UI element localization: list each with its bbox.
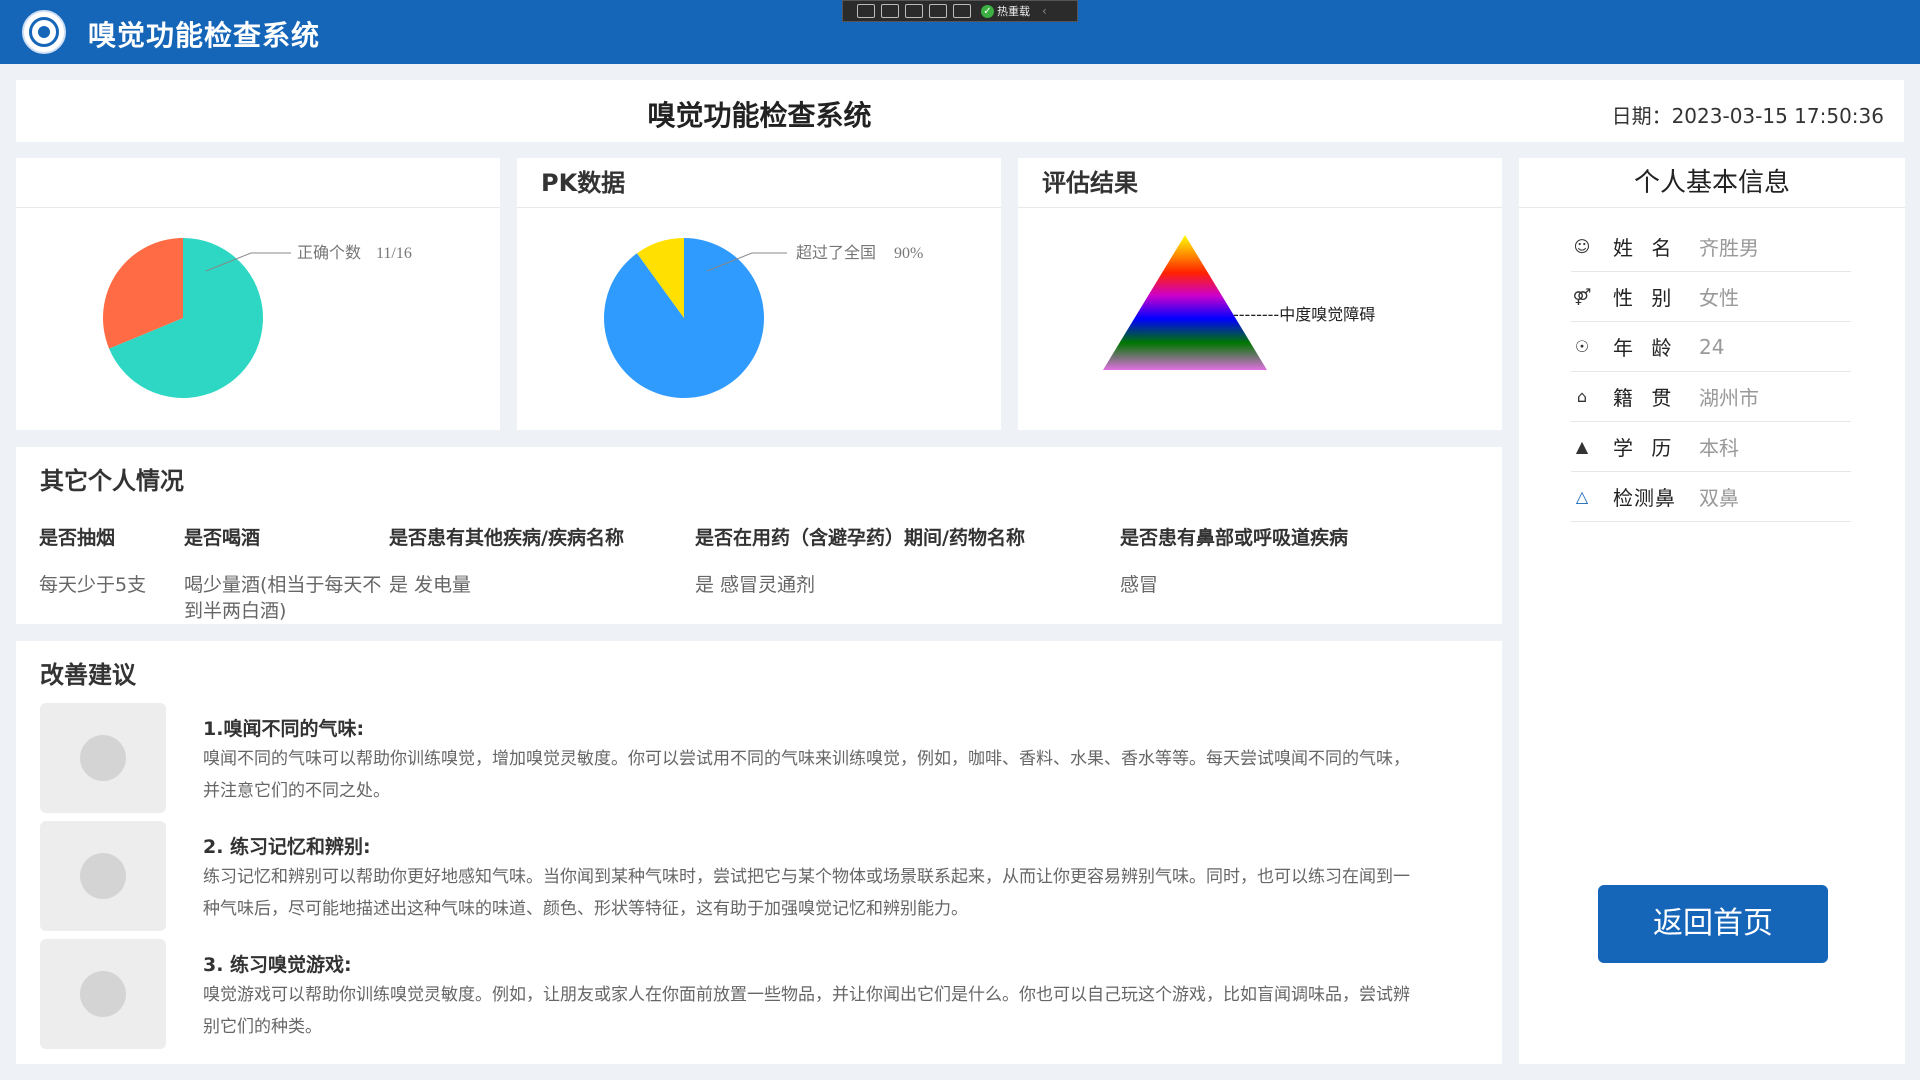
chevron-left-icon[interactable]: ‹: [1042, 4, 1047, 18]
advice-text: 嗅闻不同的气味可以帮助你训练嗅觉，增加嗅觉灵敏度。你可以尝试用不同的气味来训练嗅…: [203, 749, 1410, 801]
correct-pie-chart: 正确个数 11/16: [103, 238, 412, 398]
panel-title: [16, 158, 500, 208]
advice-image: [40, 939, 166, 1049]
check-icon: ✓: [981, 4, 994, 18]
page-title: 嗅觉功能检查系统: [647, 99, 872, 132]
info-row-gender: ⚤ 性 别 女性: [1571, 272, 1851, 322]
correct-value: 11/16: [376, 245, 412, 262]
assessment-triangle: --------中度嗅觉障碍: [1103, 235, 1375, 370]
col-value: 喝少量酒(相当于每天不到半两白酒): [184, 574, 382, 622]
rainbow-triangle: [1103, 235, 1267, 370]
col-header: 是否抽烟: [39, 527, 116, 549]
header-card: 嗅觉功能检查系统 日期：2023-03-15 17:50:36: [16, 80, 1904, 142]
info-label: 籍 贯: [1613, 386, 1678, 410]
hot-reload-button[interactable]: ✓ 热重载: [981, 3, 1030, 19]
inspect-icon[interactable]: [929, 4, 947, 18]
nose-icon: △: [1575, 487, 1589, 506]
logo-icon: [22, 10, 66, 54]
assessment-panel: 评估结果 --------中度嗅觉障碍: [1018, 158, 1502, 430]
advice-heading: 3. 练习嗅觉游戏:: [203, 954, 352, 976]
other-col-nasal: 是否患有鼻部或呼吸道疾病 感冒: [1120, 523, 1420, 598]
advice-heading: 2. 练习记忆和辨别:: [203, 836, 371, 858]
info-label: 学 历: [1613, 436, 1678, 460]
info-value: 湖州市: [1699, 386, 1759, 410]
info-value: 女性: [1699, 286, 1739, 310]
other-col-smoking: 是否抽烟 每天少于5支: [39, 523, 179, 598]
info-row-hometown: ⌂ 籍 贯 湖州市: [1571, 372, 1851, 422]
advice-image: [40, 703, 166, 813]
col-header: 是否患有其他疾病/疾病名称: [389, 527, 624, 549]
game-icon: [80, 971, 126, 1017]
other-col-drinking: 是否喝酒 喝少量酒(相当于每天不到半两白酒): [184, 523, 384, 624]
binding-icon[interactable]: [953, 4, 971, 18]
select-element-icon[interactable]: [857, 4, 875, 18]
col-header: 是否患有鼻部或呼吸道疾病: [1120, 527, 1349, 549]
col-value: 是 感冒灵通剂: [695, 574, 816, 596]
col-value: 感冒: [1120, 574, 1159, 596]
pk-pie-chart: 超过了全国 90%: [604, 238, 923, 398]
hot-reload-label: 热重载: [997, 5, 1030, 18]
home-icon: ⌂: [1576, 387, 1588, 406]
smell-icon: [80, 735, 126, 781]
graduation-cap-icon: ▲: [1575, 437, 1589, 456]
home-button[interactable]: 返回首页: [1598, 885, 1828, 963]
section-title: 改善建议: [40, 661, 136, 689]
info-row-education: ▲ 学 历 本科: [1571, 422, 1851, 472]
col-header: 是否喝酒: [184, 527, 261, 549]
panel-title: 评估结果: [1018, 158, 1502, 208]
advice-panel: 改善建议 1.嗅闻不同的气味: 嗅闻不同的气味可以帮助你训练嗅觉，增加嗅觉灵敏度…: [16, 641, 1502, 1064]
brain-icon: [80, 853, 126, 899]
advice-text: 练习记忆和辨别可以帮助你更好地感知气味。当你闻到某种气味时，尝试把它与某个物体或…: [203, 867, 1410, 919]
info-row-age: ☉ 年 龄 24: [1571, 322, 1851, 372]
app-title: 嗅觉功能检查系统: [88, 19, 321, 52]
info-label: 性 别: [1613, 286, 1678, 310]
layout-icon[interactable]: [905, 4, 923, 18]
advice-text: 嗅觉游戏可以帮助你训练嗅觉灵敏度。例如，让朋友或家人在你面前放置一些物品，并让你…: [203, 985, 1410, 1037]
pointer-icon[interactable]: [881, 4, 899, 18]
other-col-disease: 是否患有其他疾病/疾病名称 是 发电量: [389, 523, 689, 598]
info-value: 本科: [1699, 436, 1739, 460]
advice-image: [40, 821, 166, 931]
dev-toolbar: ✓ 热重载 ‹: [842, 0, 1078, 22]
panel-title: 个人基本信息: [1519, 158, 1905, 208]
correct-label: 正确个数: [297, 244, 361, 262]
info-value: 双鼻: [1699, 486, 1739, 510]
pk-label: 超过了全国: [796, 244, 876, 262]
gender-icon: ⚤: [1572, 287, 1592, 306]
info-row-nose: △ 检测鼻 双鼻: [1571, 472, 1851, 522]
col-header: 是否在用药（含避孕药）期间/药物名称: [695, 527, 1025, 549]
other-col-medication: 是否在用药（含避孕药）期间/药物名称 是 感冒灵通剂: [695, 523, 1095, 598]
info-label: 年 龄: [1613, 336, 1678, 360]
other-info-panel: 其它个人情况 是否抽烟 每天少于5支 是否喝酒 喝少量酒(相当于每天不到半两白酒…: [16, 447, 1502, 624]
pk-value: 90%: [894, 245, 923, 262]
info-label: 姓 名: [1613, 236, 1678, 260]
info-value: 齐胜男: [1699, 236, 1759, 260]
correct-count-panel: 正确个数 11/16: [16, 158, 500, 430]
date-label: 日期：2023-03-15 17:50:36: [1611, 104, 1884, 128]
section-title: 其它个人情况: [40, 467, 184, 495]
col-value: 每天少于5支: [39, 574, 147, 596]
col-value: 是 发电量: [389, 574, 472, 596]
info-value: 24: [1699, 334, 1725, 359]
assessment-result: --------中度嗅觉障碍: [1233, 305, 1375, 324]
age-icon: ☉: [1574, 337, 1590, 356]
panel-title: PK数据: [517, 158, 1001, 208]
info-row-name: ☺ 姓 名 齐胜男: [1571, 222, 1851, 272]
info-label: 检测鼻: [1613, 486, 1676, 510]
user-icon: ☺: [1573, 237, 1591, 256]
pk-data-panel: PK数据 超过了全国 90%: [517, 158, 1001, 430]
advice-heading: 1.嗅闻不同的气味:: [203, 718, 365, 740]
